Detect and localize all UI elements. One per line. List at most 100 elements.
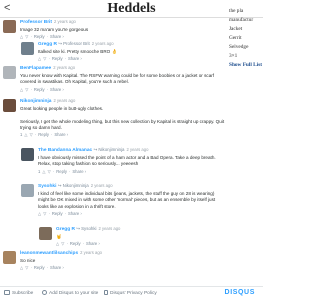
upvote-icon[interactable]: △ [42, 169, 45, 174]
comment-text: I kind of feel like some individual bits… [38, 191, 216, 209]
subscribe-link[interactable]: Subscribe [4, 290, 33, 296]
separator: · [68, 168, 71, 174]
comment-author[interactable]: The Bandanna Almanac [38, 148, 92, 153]
downvote-icon[interactable]: ▽ [61, 241, 64, 246]
comment-time[interactable]: 2 years ago [92, 41, 114, 46]
disqus-logo[interactable]: DISQUS [225, 289, 255, 296]
upvote-icon[interactable]: △ [20, 34, 23, 39]
comment-author[interactable]: BenFlapamee [20, 66, 51, 71]
reply-to-name[interactable]: Nikonjimninja [98, 147, 124, 152]
downvote-icon[interactable]: ▽ [48, 169, 51, 174]
comment-time[interactable]: 2 years ago [127, 147, 149, 152]
site-title[interactable]: Heddels [0, 1, 263, 17]
reply-button[interactable]: Reply [70, 241, 81, 246]
share-button[interactable]: Share › [50, 87, 64, 92]
add-disqus-label: Add Disqus to your site [49, 291, 99, 296]
comment-time[interactable]: 2 years ago [99, 226, 121, 231]
separator: · [48, 56, 50, 62]
reply-button[interactable]: Reply [34, 34, 45, 39]
avatar[interactable] [21, 184, 34, 197]
avatar[interactable] [3, 66, 16, 79]
downvote-icon[interactable]: ▽ [30, 132, 33, 137]
site-header: < Heddels [0, 0, 263, 18]
downvote-icon[interactable]: ▽ [25, 34, 28, 39]
separator: · [46, 34, 48, 40]
share-button[interactable]: Share › [68, 211, 82, 216]
avatar[interactable] [21, 148, 34, 161]
sidebar-line: 3×1 [229, 53, 238, 59]
reply-button[interactable]: Reply [34, 87, 45, 92]
share-button[interactable]: Share › [86, 241, 100, 246]
upvote-icon[interactable]: △ [38, 211, 41, 216]
disqus-footer: Subscribe Add Disqus to your site Disqus… [0, 286, 263, 300]
separator: · [52, 168, 55, 174]
separator: · [48, 210, 50, 216]
sidebar-line: Selvedge [229, 44, 249, 50]
separator: · [66, 241, 68, 247]
separator: · [64, 56, 66, 62]
comment-time[interactable]: 2 years ago [54, 19, 76, 24]
share-button[interactable]: Share › [54, 132, 68, 137]
avatar[interactable] [3, 251, 16, 264]
comment-author[interactable]: Nikonjimninja [20, 99, 51, 104]
upvote-icon[interactable]: △ [56, 241, 59, 246]
comment-text: Great looking people in butt-ugly clothe… [20, 106, 225, 130]
separator: · [30, 86, 32, 92]
reply-to[interactable]: ↪ Nikonjimninja [93, 147, 124, 152]
add-disqus-link[interactable]: Add Disqus to your site [42, 290, 98, 296]
share-button[interactable]: Share › [72, 169, 86, 174]
vote-count: 1 [20, 132, 23, 138]
share-button[interactable]: Share › [50, 34, 64, 39]
downvote-icon[interactable]: ▽ [43, 56, 46, 61]
subscribe-label: Subscribe [12, 291, 34, 296]
comment-author[interactable]: Professor Brit [20, 20, 52, 25]
reply-button[interactable]: Reply [34, 265, 45, 270]
reply-to-name[interactable]: Sysohki [81, 226, 96, 231]
comment-author[interactable]: leanonmewantlilsanchips [20, 251, 78, 256]
comment-actions: 1 △ ▽ · Reply · Share › [20, 132, 225, 138]
upvote-icon[interactable]: △ [38, 56, 41, 61]
reply-button[interactable]: Reply [52, 211, 63, 216]
lock-icon [104, 290, 108, 295]
reply-button[interactable]: Reply [52, 56, 63, 61]
reply-to-name[interactable]: Professor Brit [63, 41, 90, 46]
reply-to[interactable]: ↪ Professor Brit [58, 41, 90, 46]
avatar[interactable] [3, 20, 16, 33]
reply-button[interactable]: Reply [38, 132, 49, 137]
comment-time[interactable]: 2 years ago [80, 250, 102, 255]
comment-author[interactable]: Gregg R [56, 227, 75, 232]
downvote-icon[interactable]: ▽ [43, 211, 46, 216]
avatar[interactable] [39, 227, 52, 240]
comment-time[interactable]: 2 years ago [53, 98, 75, 103]
show-full-list-link[interactable]: Show Full List [229, 61, 263, 70]
comment-actions: △ ▽ · Reply · Share › [38, 211, 225, 217]
comment-time[interactable]: 2 years ago [91, 183, 113, 188]
downvote-icon[interactable]: ▽ [25, 265, 28, 270]
separator: · [50, 132, 53, 138]
comment-actions: △ ▽ · Reply · Share › [20, 34, 225, 40]
sidebar-line: the pla [229, 8, 244, 14]
share-button[interactable]: Share › [68, 56, 82, 61]
privacy-link[interactable]: Disqus' Privacy Policy [104, 290, 157, 296]
separator: · [46, 265, 48, 271]
reply-to-name[interactable]: Nikonjimninja [63, 183, 89, 188]
comment-actions: △ ▽ · Reply · Share › [38, 56, 225, 62]
comment-author[interactable]: Sysohki [38, 184, 56, 189]
downvote-icon[interactable]: ▽ [25, 87, 28, 92]
disqus-d-icon [42, 290, 47, 295]
upvote-icon[interactable]: △ [20, 87, 23, 92]
comment-time[interactable]: 2 years ago [53, 65, 75, 70]
separator: · [64, 210, 66, 216]
share-button[interactable]: Share › [50, 265, 64, 270]
upvote-icon[interactable]: △ [24, 132, 27, 137]
comment-author[interactable]: Gregg R [38, 42, 57, 47]
reply-button[interactable]: Reply [56, 169, 67, 174]
upvote-icon[interactable]: △ [20, 265, 23, 270]
avatar[interactable] [3, 99, 16, 112]
comment-actions: △ ▽ · Reply · Share › [20, 265, 225, 271]
avatar[interactable] [21, 42, 34, 55]
comment-feed: Professor Brit 2 years ago Image 32 ma'am… [0, 19, 227, 275]
reply-to[interactable]: ↪ Sysohki [76, 226, 96, 231]
reply-to[interactable]: ↪ Nikonjimninja [58, 183, 89, 188]
mail-icon [4, 290, 10, 295]
